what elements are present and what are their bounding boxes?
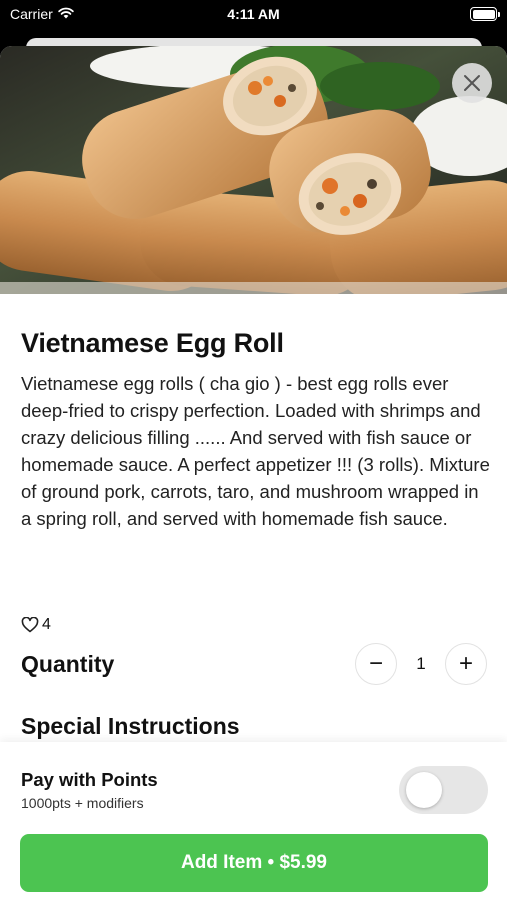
item-description: Vietnamese egg rolls ( cha gio ) - best … xyxy=(21,373,490,529)
increase-quantity-button[interactable]: + xyxy=(445,643,487,685)
close-icon xyxy=(464,75,480,91)
likes-count: 4 xyxy=(42,616,51,633)
toggle-knob xyxy=(406,772,442,808)
quantity-stepper: − 1 + xyxy=(355,643,487,685)
pay-with-points-toggle[interactable] xyxy=(399,766,488,814)
likes-row[interactable]: 4 xyxy=(21,616,51,634)
heart-icon xyxy=(21,617,39,633)
status-time: 4:11 AM xyxy=(227,6,280,22)
close-button[interactable] xyxy=(452,63,492,103)
battery-icon xyxy=(470,7,500,21)
decrease-quantity-button[interactable]: − xyxy=(355,643,397,685)
add-item-button[interactable]: Add Item • $5.99 xyxy=(20,834,488,892)
item-title: Vietnamese Egg Roll xyxy=(21,328,284,358)
pay-with-points-label: Pay with Points xyxy=(21,769,158,790)
points-subtitle: 1000pts + modifiers xyxy=(21,795,144,811)
quantity-label: Quantity xyxy=(21,651,115,677)
checkout-panel: Pay with Points 1000pts + modifiers Add … xyxy=(0,742,507,900)
quantity-value: 1 xyxy=(416,654,426,673)
status-bar: Carrier 4:11 AM xyxy=(0,0,507,30)
item-image xyxy=(0,46,507,294)
special-instructions-label: Special Instructions xyxy=(21,713,240,739)
